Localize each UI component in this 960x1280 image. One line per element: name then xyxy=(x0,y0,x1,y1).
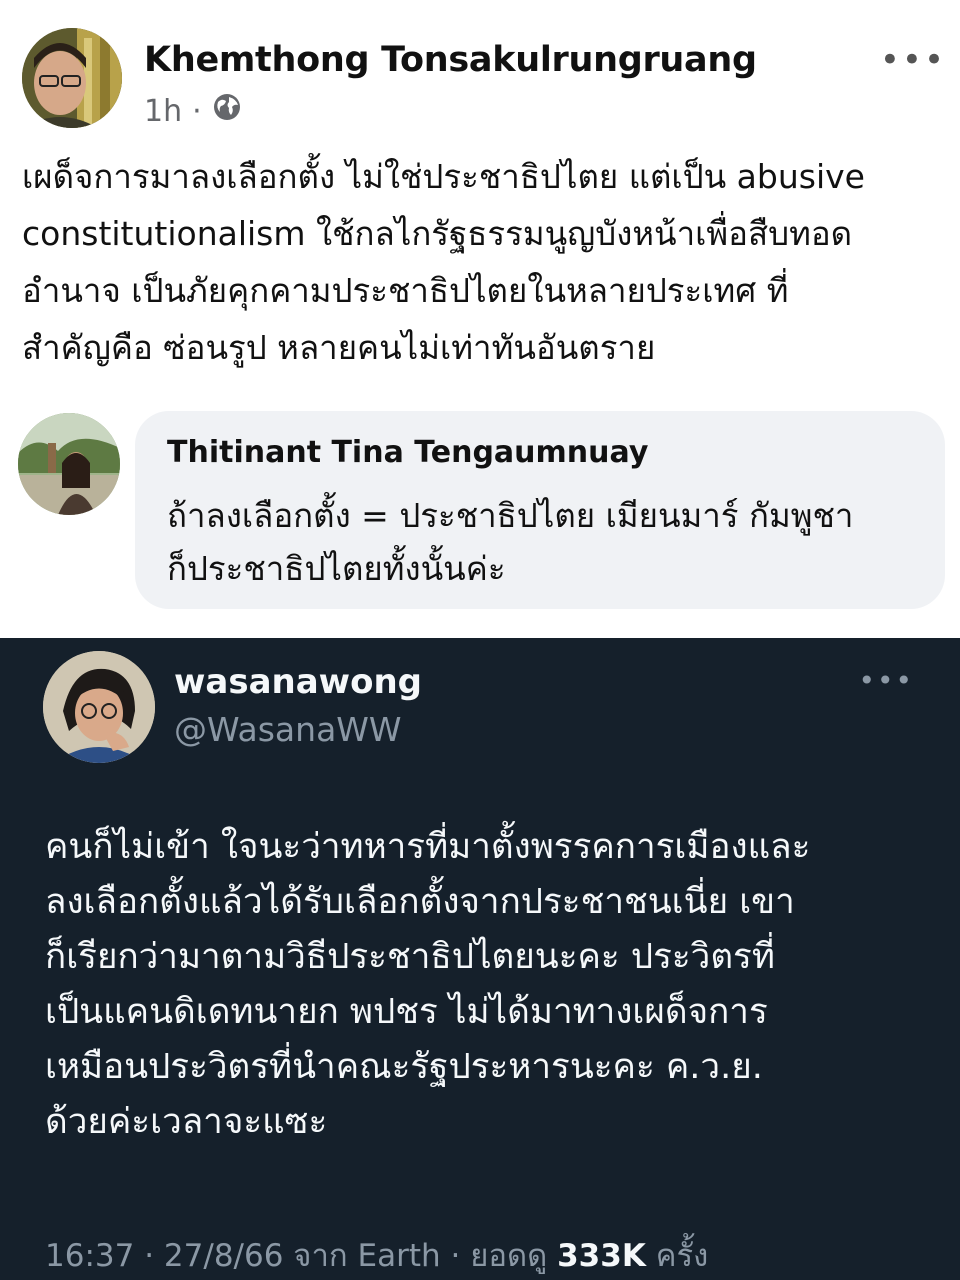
comment-text: ถ้าลงเลือกตั้ง = ประชาธิปไตย เมียนมาร์ ก… xyxy=(167,489,853,595)
author-name[interactable]: Khemthong Tonsakulrungruang xyxy=(144,40,757,80)
commenter-name[interactable]: Thitinant Tina Tengaumnuay xyxy=(167,435,648,470)
tweet-display-name[interactable]: wasanawong xyxy=(174,662,422,702)
meta-separator: · xyxy=(192,93,202,129)
commenter-avatar[interactable] xyxy=(18,413,120,515)
comment-line: ก็ประชาธิปไตยทั้งนั้นค่ะ xyxy=(167,549,506,588)
tweet: wasanawong @WasanaWW ••• คนก็ไม่เข้า ใจน… xyxy=(0,638,960,1280)
views-count[interactable]: 333K xyxy=(557,1238,646,1274)
views-suffix: ครั้ง xyxy=(655,1238,709,1274)
post-line: สำคัญคือ ซ่อนรูป หลายคนไม่เท่าทันอันตราย xyxy=(22,328,656,367)
post-line: อำนาจ เป็นภัยคุกคามประชาธิปไตยในหลายประเ… xyxy=(22,271,789,310)
comment-bubble: Thitinant Tina Tengaumnuay ถ้าลงเลือกตั้… xyxy=(135,411,945,609)
post-line: เผด็จการมาลงเลือกตั้ง ไม่ใช่ประชาธิปไตย … xyxy=(22,157,865,196)
tweet-time[interactable]: 16:37 xyxy=(45,1238,134,1274)
more-options-icon[interactable]: ••• xyxy=(880,40,946,80)
tweet-source: จาก Earth xyxy=(293,1238,441,1274)
post-body: เผด็จการมาลงเลือกตั้ง ไม่ใช่ประชาธิปไตย … xyxy=(22,148,947,376)
views-label: ยอดดู xyxy=(470,1238,548,1274)
tweet-line: คนก็ไม่เข้า ใจนะว่าทหารที่มาตั้งพรรคการเ… xyxy=(45,827,811,867)
post-time[interactable]: 1h xyxy=(144,94,182,129)
tweet-body: คนก็ไม่เข้า ใจนะว่าทหารที่มาตั้งพรรคการเ… xyxy=(45,820,925,1150)
tweet-handle[interactable]: @WasanaWW xyxy=(174,710,402,749)
tweet-author-avatar[interactable] xyxy=(43,651,155,763)
tweet-footer: 16:37 · 27/8/66 จาก Earth · ยอดดู 333K ค… xyxy=(45,1238,709,1274)
globe-icon xyxy=(212,92,242,130)
tweet-line: เป็นแคนดิเดทนายก พปชร ไม่ได้มาทางเผด็จกา… xyxy=(45,992,768,1032)
facebook-post: Khemthong Tonsakulrungruang 1h · ••• เผด… xyxy=(0,0,960,638)
tweet-line: ด้วยค่ะเวลาจะแซะ xyxy=(45,1102,328,1142)
post-line: constitutionalism ใช้กลไกรัฐธรรมนูญบังหน… xyxy=(22,214,853,253)
post-meta: 1h · xyxy=(144,92,242,130)
author-avatar[interactable] xyxy=(22,28,122,128)
more-options-icon[interactable]: ••• xyxy=(858,664,914,697)
tweet-date[interactable]: 27/8/66 xyxy=(164,1238,284,1274)
tweet-line: เหมือนประวิตรที่นำคณะรัฐประหารนะคะ ค.ว.ย… xyxy=(45,1047,763,1087)
tweet-line: ลงเลือกตั้งแล้วได้รับเลือกตั้งจากประชาชน… xyxy=(45,882,795,922)
tweet-line: ก็เรียกว่ามาตามวิธีประชาธิปไตยนะคะ ประวิ… xyxy=(45,937,775,977)
comment-line: ถ้าลงเลือกตั้ง = ประชาธิปไตย เมียนมาร์ ก… xyxy=(167,496,854,535)
